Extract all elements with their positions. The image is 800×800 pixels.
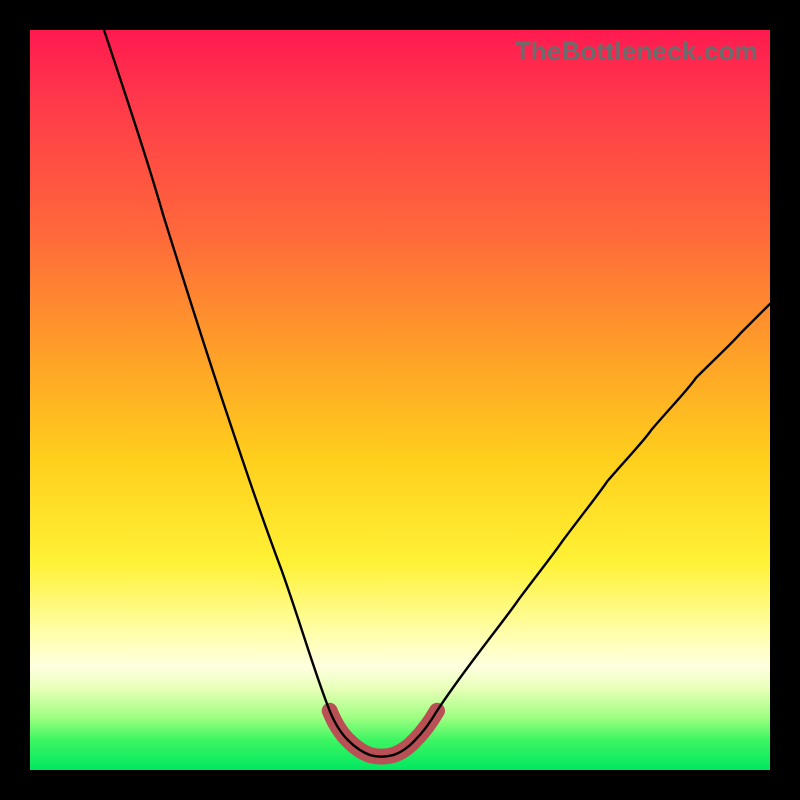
curve-left-branch	[104, 30, 330, 711]
plot-area: TheBottleneck.com	[30, 30, 770, 770]
curve-right-branch	[437, 304, 770, 711]
chart-frame: TheBottleneck.com	[0, 0, 800, 800]
curve-layer	[30, 30, 770, 770]
